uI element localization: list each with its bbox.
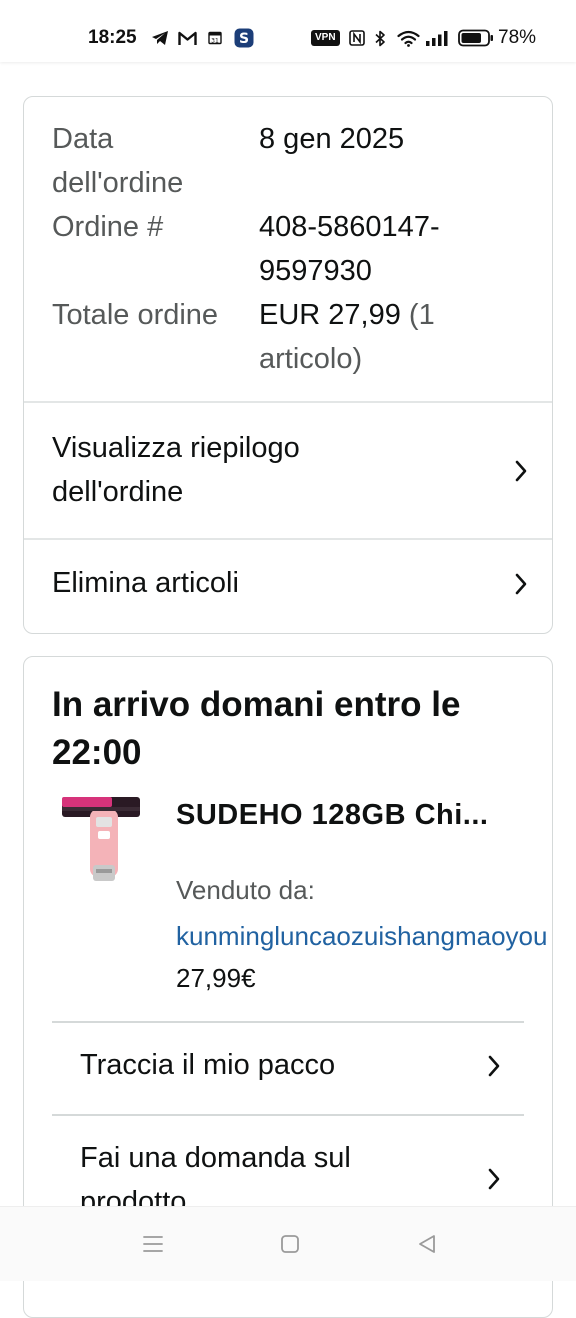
menu-icon[interactable] xyxy=(139,1231,167,1257)
seller-name-link[interactable]: kunminglunc​aozuishangmaoyou xyxy=(176,921,547,952)
status-time: 18:25 xyxy=(88,27,137,48)
order-date-value: 8 gen 2025 xyxy=(259,123,405,155)
order-number-row: Ordine # 408-5860147-9597930 xyxy=(52,205,532,295)
product-title-link[interactable]: SUDEHO 128GB Chi... xyxy=(176,799,488,832)
gmail-icon xyxy=(177,30,197,46)
bluetooth-icon xyxy=(373,30,387,46)
usb-flash-drive-image[interactable] xyxy=(60,795,144,887)
calendar-icon: 31 xyxy=(207,30,223,46)
chevron-right-icon xyxy=(488,1055,500,1077)
battery-icon xyxy=(457,29,495,47)
back-triangle-icon[interactable] xyxy=(413,1231,441,1257)
app-s-icon: S xyxy=(233,28,255,48)
wifi-icon xyxy=(396,30,420,47)
order-date-row: Data dell'ordine 8 gen 2025 xyxy=(52,117,532,207)
order-date-label: Data dell'ordine xyxy=(52,123,184,199)
status-bar: 18:25 31 S VPN 78% xyxy=(0,0,576,62)
home-square-icon[interactable] xyxy=(276,1231,304,1257)
svg-text:31: 31 xyxy=(211,38,219,45)
delete-items-link[interactable]: Elimina articoli xyxy=(24,539,552,633)
chevron-right-icon xyxy=(515,573,527,595)
order-total-amount: EUR 27,99 xyxy=(259,299,401,331)
order-total-label: Totale ordine xyxy=(52,299,219,331)
svg-text:S: S xyxy=(239,31,249,47)
order-details-card: Data dell'ordine 8 gen 2025 Ordine # 408… xyxy=(23,96,553,634)
vpn-badge: VPN xyxy=(311,30,340,46)
product-price: 27,99€ xyxy=(176,963,256,993)
seller-label: Venduto da: xyxy=(176,875,315,905)
order-number-value: 408-5860147-9597930 xyxy=(259,211,440,287)
track-package-link[interactable]: Traccia il mio pacco xyxy=(24,1023,552,1113)
order-total-value: EUR 27,99 (1 articolo) xyxy=(259,293,519,381)
signal-icon xyxy=(425,30,449,46)
system-nav-bar xyxy=(0,1206,576,1281)
view-order-summary-link[interactable]: Visualizza riepilogo dell'ordine xyxy=(24,402,552,538)
delete-items-label: Elimina articoli xyxy=(52,567,239,599)
order-number-label: Ordine # xyxy=(52,211,164,243)
delivery-status-title: In arrivo domani entro le 22:00 xyxy=(52,685,461,772)
chevron-right-icon xyxy=(488,1168,500,1190)
view-order-summary-label: Visualizza riepilogo dell'ordine xyxy=(52,432,300,508)
battery-percent: 78% xyxy=(498,27,537,48)
chevron-right-icon xyxy=(515,460,527,482)
order-total-row: Totale ordine EUR 27,99 (1 articolo) xyxy=(52,293,532,383)
track-package-label: Traccia il mio pacco xyxy=(80,1049,336,1081)
telegram-icon xyxy=(150,30,170,46)
nfc-icon xyxy=(348,30,366,46)
